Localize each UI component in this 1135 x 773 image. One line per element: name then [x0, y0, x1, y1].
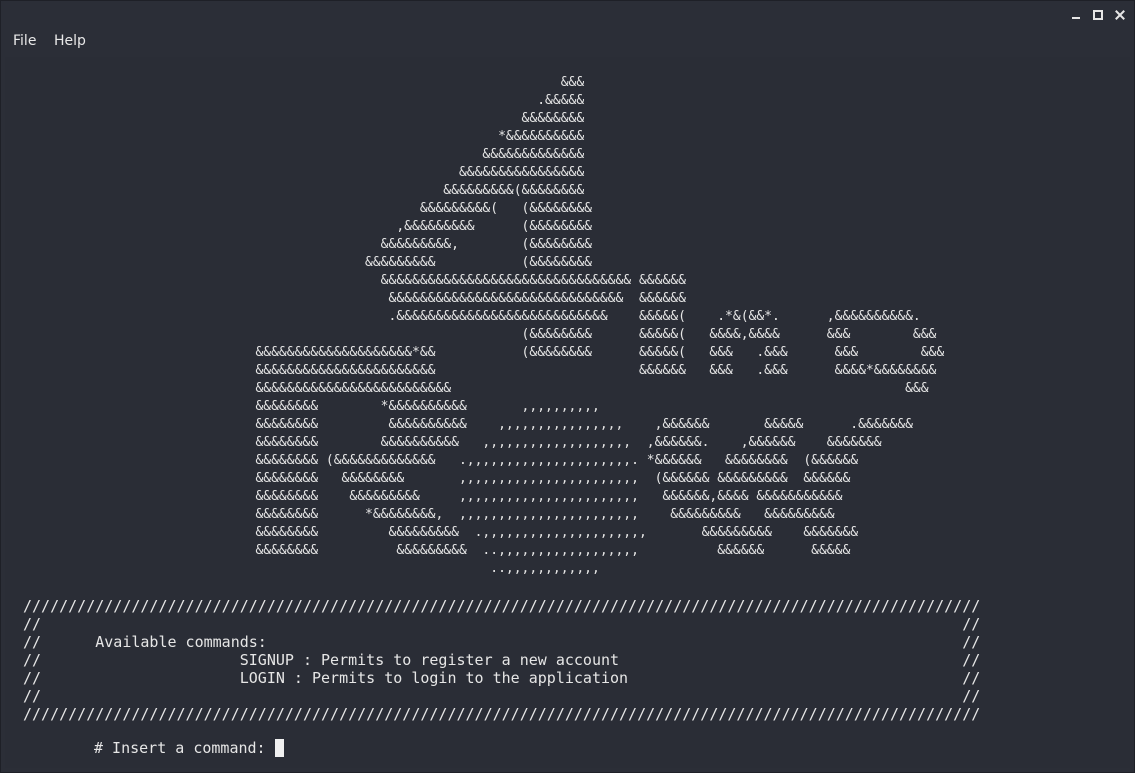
terminal-window: File Help &&& .&&&&& &&&&&&&& *&&&&&&&&&…: [0, 0, 1135, 773]
menu-file[interactable]: File: [13, 33, 36, 49]
text-cursor: [274, 739, 284, 757]
banner-title: // Available commands: //: [23, 633, 981, 651]
title-bar[interactable]: [1, 1, 1134, 29]
prompt-label: # Insert a command:: [94, 739, 275, 757]
commands-banner: ////////////////////////////////////////…: [23, 597, 980, 723]
maximize-icon[interactable]: [1091, 8, 1105, 22]
banner-blank-line: // //: [23, 615, 981, 633]
menu-bar: File Help: [1, 29, 1134, 55]
banner-border-top: ////////////////////////////////////////…: [23, 597, 981, 615]
close-icon[interactable]: [1113, 8, 1127, 22]
command-prompt[interactable]: # Insert a command:: [94, 739, 284, 757]
banner-border-bottom: ////////////////////////////////////////…: [23, 705, 981, 723]
terminal-output[interactable]: &&& .&&&&& &&&&&&&& *&&&&&&&&&& &&&&&&&&…: [5, 57, 1130, 768]
banner-blank-line: // //: [23, 687, 981, 705]
banner-signup-command: // SIGNUP : Permits to register a new ac…: [23, 651, 981, 669]
minimize-icon[interactable]: [1069, 8, 1083, 22]
menu-help[interactable]: Help: [54, 33, 86, 49]
banner-login-command: // LOGIN : Permits to login to the appli…: [23, 669, 981, 687]
ascii-art-logo: &&& .&&&&& &&&&&&&& *&&&&&&&&&& &&&&&&&&…: [255, 75, 945, 576]
